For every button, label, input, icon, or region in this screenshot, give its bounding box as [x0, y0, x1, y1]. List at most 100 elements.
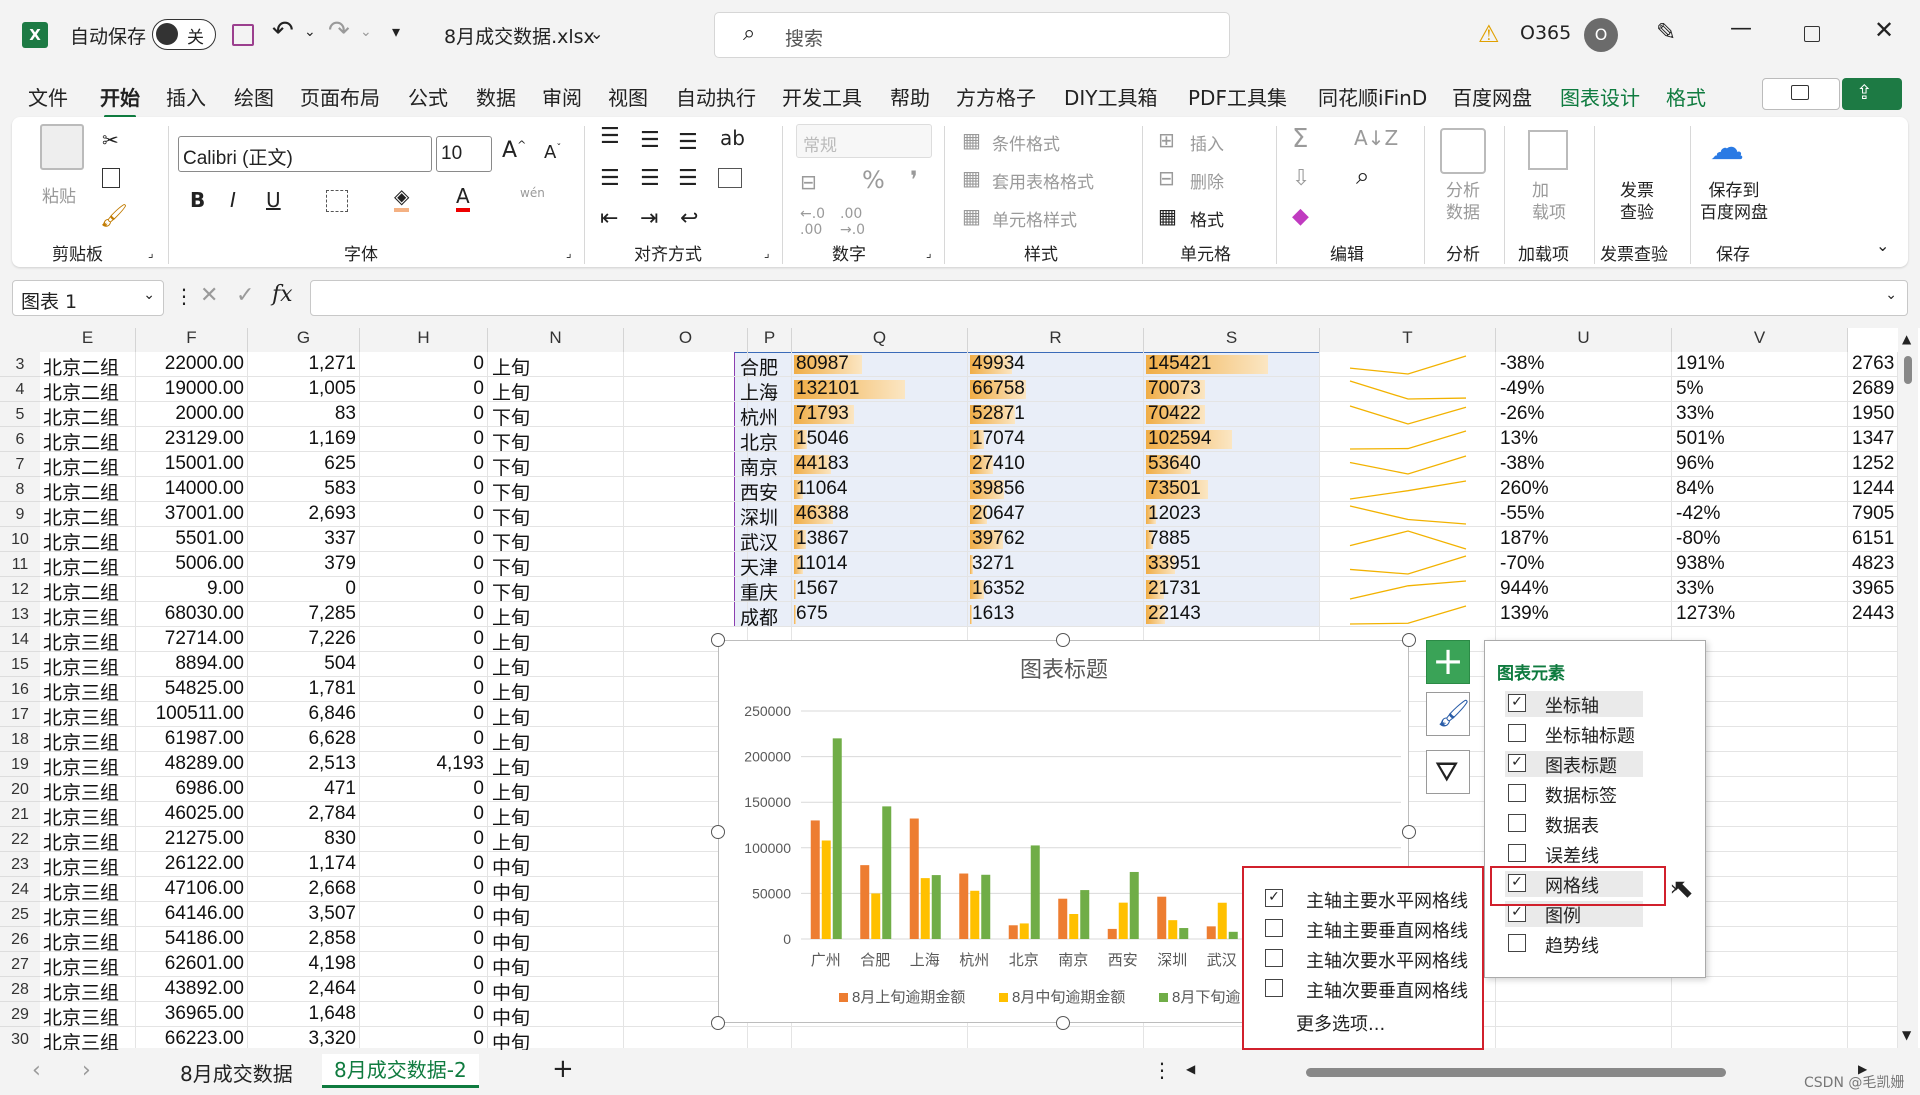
sheet-options-icon[interactable]: ⋮: [1152, 1058, 1172, 1082]
cell-v[interactable]: 96%: [1676, 453, 1846, 475]
share-button[interactable]: ⇪: [1842, 78, 1902, 110]
gridline-option[interactable]: 主轴主要垂直网格线: [1262, 916, 1478, 942]
number-launcher-icon[interactable]: ⌟: [926, 246, 932, 260]
row-header[interactable]: 16: [0, 677, 40, 702]
cell-f[interactable]: 14000.00: [136, 478, 244, 500]
bar-南京-1[interactable]: [1069, 914, 1079, 939]
cell-h[interactable]: 0: [360, 353, 484, 375]
accounting-icon[interactable]: ⊟: [800, 170, 817, 194]
format-painter-icon[interactable]: 🖌: [100, 204, 128, 229]
cell-value-r[interactable]: 39762: [972, 528, 1142, 550]
chart-element-option[interactable]: 误差线: [1505, 841, 1643, 867]
cell-f[interactable]: 22000.00: [136, 353, 244, 375]
close-icon[interactable]: ✕: [1874, 16, 1894, 44]
resize-handle[interactable]: [1056, 1016, 1070, 1030]
tab-pdf[interactable]: PDF工具集: [1188, 82, 1287, 111]
cell-f[interactable]: 5501.00: [136, 528, 244, 550]
column-header-U[interactable]: U: [1496, 328, 1672, 352]
cell-v[interactable]: 501%: [1676, 428, 1846, 450]
checkbox-checked-icon[interactable]: ✓: [1508, 904, 1526, 922]
checkbox-icon[interactable]: [1508, 814, 1526, 832]
cell-v[interactable]: 33%: [1676, 403, 1846, 425]
tab-data[interactable]: 数据: [476, 82, 516, 111]
clear-icon[interactable]: ◆: [1292, 204, 1309, 229]
cell-w[interactable]: 1252: [1852, 453, 1896, 475]
cell-g[interactable]: 6,846: [248, 703, 356, 725]
cell-u[interactable]: -26%: [1500, 403, 1670, 425]
formula-more-icon[interactable]: ⋮: [174, 284, 194, 308]
cell-h[interactable]: 0: [360, 678, 484, 700]
column-header-F[interactable]: F: [136, 328, 248, 352]
cell-g[interactable]: 0: [248, 578, 356, 600]
comma-icon[interactable]: ❜: [910, 166, 918, 194]
column-header-E[interactable]: E: [40, 328, 136, 352]
cell-f[interactable]: 2000.00: [136, 403, 244, 425]
cell-g[interactable]: 4,198: [248, 953, 356, 975]
bar-武汉-2[interactable]: [1228, 931, 1238, 939]
checkbox-icon[interactable]: [1265, 919, 1283, 937]
row-header[interactable]: 18: [0, 727, 40, 752]
cell-value-s[interactable]: 70073: [1148, 378, 1318, 400]
cell-g[interactable]: 1,648: [248, 1003, 356, 1025]
bar-武汉-0[interactable]: [1206, 926, 1216, 939]
format-cells-button[interactable]: 格式: [1190, 206, 1224, 231]
delete-cells-button[interactable]: 删除: [1190, 168, 1224, 193]
cell-city[interactable]: 深圳: [740, 503, 784, 530]
cell-h[interactable]: 0: [360, 603, 484, 625]
legend-label[interactable]: 8月上旬逾期金额: [852, 989, 965, 1006]
phonetic-button[interactable]: wén: [520, 186, 545, 200]
percent-icon[interactable]: %: [862, 166, 885, 194]
row-header[interactable]: 3: [0, 352, 40, 377]
cell-h[interactable]: 0: [360, 1003, 484, 1025]
bar-深圳-0[interactable]: [1157, 896, 1167, 939]
cell-v[interactable]: -42%: [1676, 503, 1846, 525]
cell-u[interactable]: -55%: [1500, 503, 1670, 525]
autosum-icon[interactable]: Σ: [1292, 124, 1308, 154]
cell-f[interactable]: 46025.00: [136, 803, 244, 825]
cell-value-q[interactable]: 675: [796, 603, 966, 625]
resize-handle[interactable]: [711, 633, 725, 647]
insert-cells-button[interactable]: 插入: [1190, 130, 1224, 155]
enter-formula-icon[interactable]: ✓: [236, 283, 254, 308]
wrap-text-icon[interactable]: ↩: [680, 206, 698, 231]
cell-v[interactable]: 33%: [1676, 578, 1846, 600]
insert-cells-icon[interactable]: ⊞: [1158, 128, 1175, 152]
cell-g[interactable]: 1,781: [248, 678, 356, 700]
chart-filters-button[interactable]: ⛛: [1426, 750, 1470, 794]
tab-chart-design[interactable]: 图表设计: [1560, 82, 1640, 111]
bar-北京-2[interactable]: [1030, 845, 1040, 939]
cell-value-s[interactable]: 73501: [1148, 478, 1318, 500]
chart-element-option[interactable]: 趋势线: [1505, 931, 1643, 957]
row-header[interactable]: 12: [0, 577, 40, 602]
cell-h[interactable]: 0: [360, 878, 484, 900]
cell-f[interactable]: 48289.00: [136, 753, 244, 775]
column-header-P[interactable]: P: [748, 328, 792, 352]
warning-icon[interactable]: ⚠: [1478, 20, 1500, 48]
row-header[interactable]: 21: [0, 802, 40, 827]
analyze-data-button[interactable]: 分析 数据: [1446, 180, 1480, 224]
cut-icon[interactable]: ✂: [102, 128, 119, 152]
column-header-H[interactable]: H: [360, 328, 488, 352]
cell-h[interactable]: 0: [360, 378, 484, 400]
number-format-select[interactable]: 常规: [796, 124, 932, 158]
cell-h[interactable]: 0: [360, 953, 484, 975]
cell-u[interactable]: -70%: [1500, 553, 1670, 575]
row-header[interactable]: 11: [0, 552, 40, 577]
invoice-check-button[interactable]: 发票 查验: [1620, 180, 1654, 224]
cell-g[interactable]: 2,693: [248, 503, 356, 525]
row-header[interactable]: 9: [0, 502, 40, 527]
cell-f[interactable]: 37001.00: [136, 503, 244, 525]
copy-icon[interactable]: [102, 168, 120, 188]
cell-f[interactable]: 8894.00: [136, 653, 244, 675]
cell-u[interactable]: 139%: [1500, 603, 1670, 625]
decrease-decimal-icon[interactable]: .00 →.0: [840, 206, 865, 238]
resize-handle[interactable]: [1402, 825, 1416, 839]
cell-w[interactable]: 2689: [1852, 378, 1896, 400]
cell-u[interactable]: -38%: [1500, 453, 1670, 475]
row-header[interactable]: 30: [0, 1027, 40, 1052]
format-as-table-button[interactable]: 套用表格格式: [992, 168, 1094, 193]
cell-h[interactable]: 0: [360, 903, 484, 925]
cell-value-s[interactable]: 22143: [1148, 603, 1318, 625]
cell-h[interactable]: 0: [360, 453, 484, 475]
comments-button[interactable]: [1762, 78, 1840, 110]
